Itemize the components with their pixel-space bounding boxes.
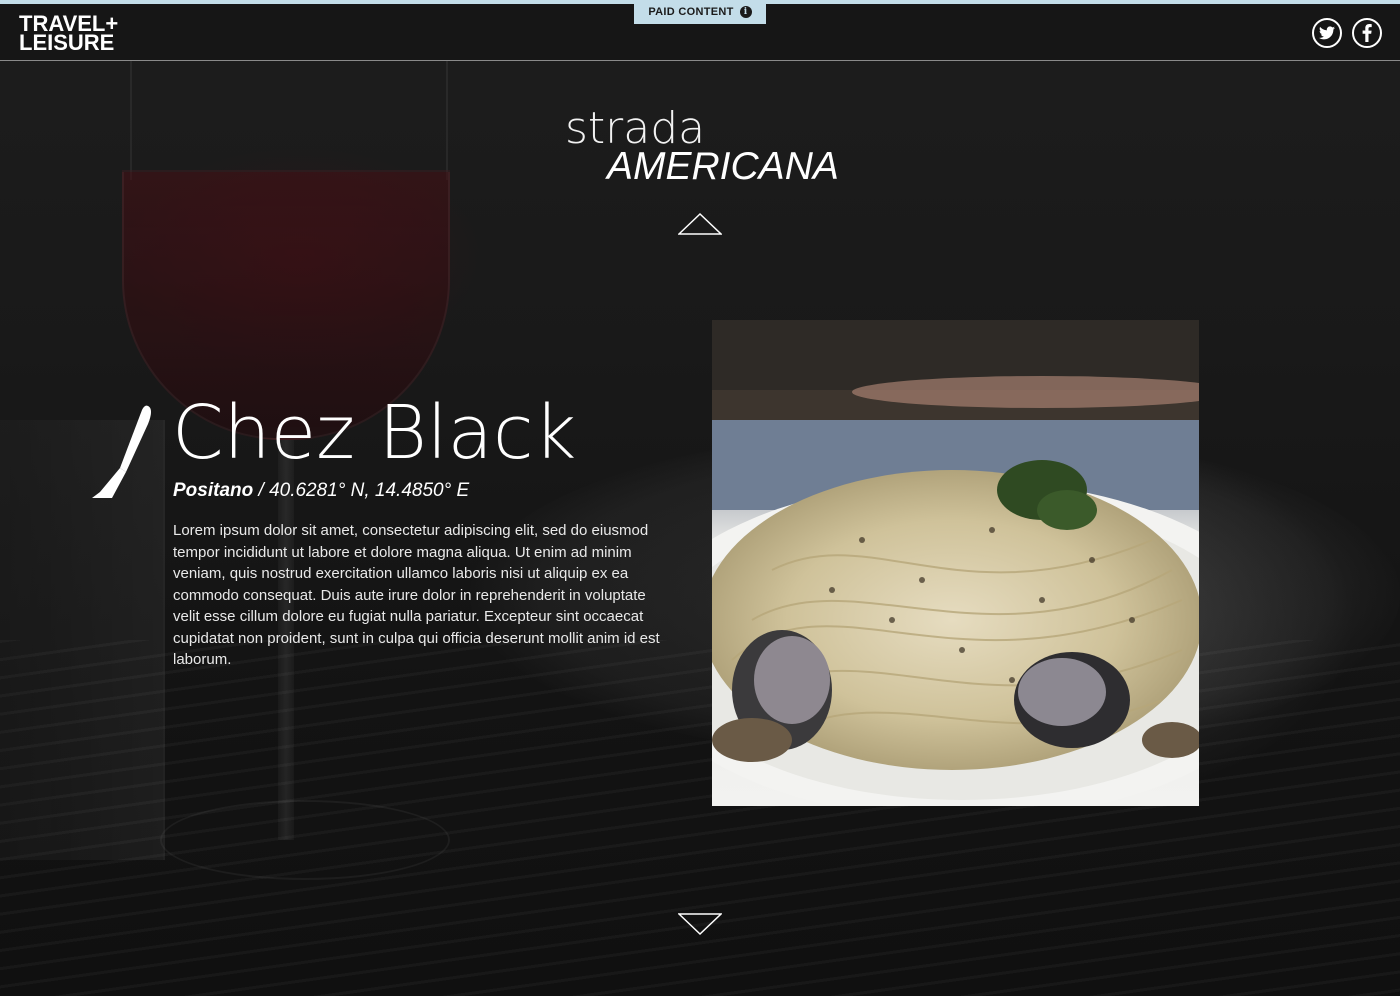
spaghetti-dish-image [712, 320, 1199, 806]
knife-icon [92, 405, 151, 498]
section-title-big: AMERICANA [607, 145, 839, 188]
triangle-up-icon[interactable] [678, 212, 722, 236]
travel-leisure-logo[interactable]: TRAVEL+ LEISURE [19, 13, 149, 55]
paid-content-badge[interactable]: PAID CONTENT i [634, 0, 766, 24]
facebook-icon [1362, 24, 1372, 42]
background-wine-glass-base [160, 800, 450, 880]
restaurant-coordinates: / 40.6281° N, 14.4850° E [253, 480, 470, 501]
logo-line-2: LEISURE [19, 30, 115, 55]
paid-content-label: PAID CONTENT [648, 6, 734, 18]
restaurant-name: Chez Black [172, 390, 577, 476]
page: TRAVEL+ LEISURE PAID CONTENT i strada AM… [0, 0, 1400, 996]
twitter-button[interactable] [1312, 18, 1342, 48]
facebook-button[interactable] [1352, 18, 1382, 48]
triangle-down-icon[interactable] [678, 912, 722, 936]
info-icon[interactable]: i [739, 6, 752, 18]
restaurant-description: Lorem ipsum dolor sit amet, consectetur … [173, 522, 660, 668]
twitter-icon [1319, 26, 1335, 40]
restaurant-location: Positano / 40.6281° N, 14.4850° E [173, 480, 469, 502]
food-photo [712, 320, 1199, 806]
restaurant-place: Positano [173, 480, 254, 501]
background-wine-glass-rim [130, 60, 448, 180]
